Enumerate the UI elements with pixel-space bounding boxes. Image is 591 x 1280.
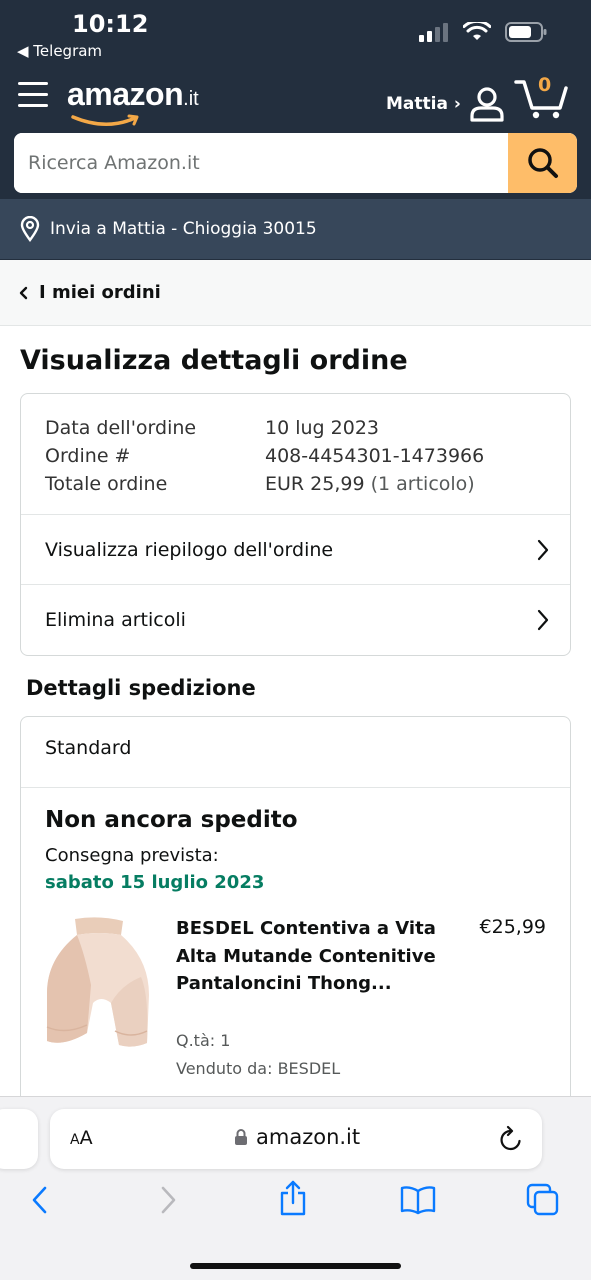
- delete-items-link[interactable]: Elimina articoli: [21, 584, 570, 654]
- order-date-label: Data dell'ordine: [45, 417, 197, 439]
- deliver-to-label: Invia a Mattia - Chioggia 30015: [50, 219, 317, 239]
- cart-button[interactable]: 0: [514, 74, 568, 120]
- amazon-logo[interactable]: amazon.it: [67, 76, 199, 126]
- search-icon: [527, 148, 558, 178]
- search-input[interactable]: [14, 133, 508, 193]
- text-size-button[interactable]: AA: [70, 1127, 93, 1149]
- logo-text: amazon: [67, 76, 184, 112]
- previous-tab-preview[interactable]: [0, 1109, 38, 1169]
- shipment-status: Non ancora spedito: [45, 807, 298, 833]
- delete-items-link-label: Elimina articoli: [45, 608, 186, 631]
- address-bar[interactable]: AA amazon.it: [50, 1109, 542, 1169]
- chevron-right-icon: [537, 539, 549, 560]
- status-bar: 10:12 ◀ Telegram: [0, 0, 591, 66]
- reload-icon[interactable]: [498, 1125, 524, 1153]
- account-link[interactable]: Mattia ›: [386, 86, 505, 122]
- back-icon[interactable]: [30, 1185, 50, 1215]
- location-pin-icon: [20, 216, 40, 242]
- lock-icon: [235, 1129, 247, 1145]
- order-info: Data dell'ordine 10 lug 2023 Ordine # 40…: [45, 414, 484, 498]
- battery-icon: [505, 22, 547, 42]
- shipment-card: Standard Non ancora spedito Consegna pre…: [20, 716, 571, 1116]
- order-summary-link-label: Visualizza riepilogo dell'ordine: [45, 538, 334, 561]
- breadcrumb-label: I miei ordini: [39, 282, 161, 303]
- home-indicator: [190, 1263, 401, 1269]
- chevron-left-icon: [19, 286, 28, 299]
- account-label: Mattia ›: [386, 94, 461, 114]
- page-title: Visualizza dettagli ordine: [20, 345, 408, 376]
- product-price: €25,99: [479, 916, 546, 938]
- shipping-section-title: Dettagli spedizione: [26, 676, 256, 700]
- order-summary-link[interactable]: Visualizza riepilogo dell'ordine: [21, 514, 570, 584]
- url-display[interactable]: amazon.it: [234, 1125, 360, 1149]
- product-title[interactable]: BESDEL Contentiva a Vita Alta Mutande Co…: [176, 915, 441, 998]
- deliver-to-bar[interactable]: Invia a Mattia - Chioggia 30015: [0, 199, 591, 259]
- url-text: amazon.it: [256, 1125, 361, 1149]
- shipping-method: Standard: [45, 737, 132, 759]
- order-summary-card: Data dell'ordine 10 lug 2023 Ordine # 40…: [20, 393, 571, 656]
- delivery-label: Consegna prevista:: [45, 845, 219, 866]
- order-number-row: Ordine # 408-4454301-1473966: [45, 442, 484, 470]
- order-item-count: (1 articolo): [370, 473, 475, 495]
- status-icons: [419, 22, 547, 42]
- order-number-label: Ordine #: [45, 445, 131, 467]
- menu-icon[interactable]: [18, 82, 48, 108]
- tabs-icon[interactable]: [526, 1183, 560, 1217]
- browser-bottom-bar: AA amazon.it: [0, 1096, 591, 1280]
- bookmarks-icon[interactable]: [400, 1185, 436, 1215]
- logo-tld: .it: [183, 88, 199, 110]
- chevron-right-icon: [537, 609, 549, 630]
- product-quantity: Q.tà: 1: [176, 1031, 231, 1050]
- cart-count: 0: [538, 74, 552, 96]
- breadcrumb[interactable]: I miei ordini: [0, 260, 591, 326]
- smile-icon: [71, 114, 139, 126]
- signal-icon: [419, 23, 448, 42]
- text-size-large: A: [79, 1127, 93, 1149]
- divider: [21, 787, 570, 788]
- order-number-value: 408-4454301-1473966: [265, 445, 485, 467]
- user-icon: [470, 87, 504, 122]
- search-button[interactable]: [508, 133, 577, 193]
- order-date-value: 10 lug 2023: [265, 417, 379, 439]
- search-bar: [14, 133, 577, 193]
- browser-toolbar: [0, 1180, 591, 1225]
- order-date-row: Data dell'ordine 10 lug 2023: [45, 414, 484, 442]
- product-image[interactable]: [45, 915, 151, 1055]
- wifi-icon: [463, 22, 491, 40]
- text-size-small: A: [70, 1132, 80, 1148]
- order-total-label: Totale ordine: [45, 473, 168, 495]
- share-icon[interactable]: [278, 1179, 308, 1217]
- status-time: 10:12: [72, 10, 149, 38]
- product-seller: Venduto da: BESDEL: [176, 1059, 341, 1078]
- order-total-value: EUR 25,99: [265, 473, 365, 495]
- forward-icon[interactable]: [158, 1185, 178, 1215]
- amazon-header: amazon.it Mattia › 0 Ricerca Amazon.it I…: [0, 66, 591, 265]
- delivery-date: sabato 15 luglio 2023: [45, 872, 265, 893]
- order-total-row: Totale ordine EUR 25,99 (1 articolo): [45, 470, 484, 498]
- back-to-app-link[interactable]: ◀ Telegram: [17, 42, 102, 60]
